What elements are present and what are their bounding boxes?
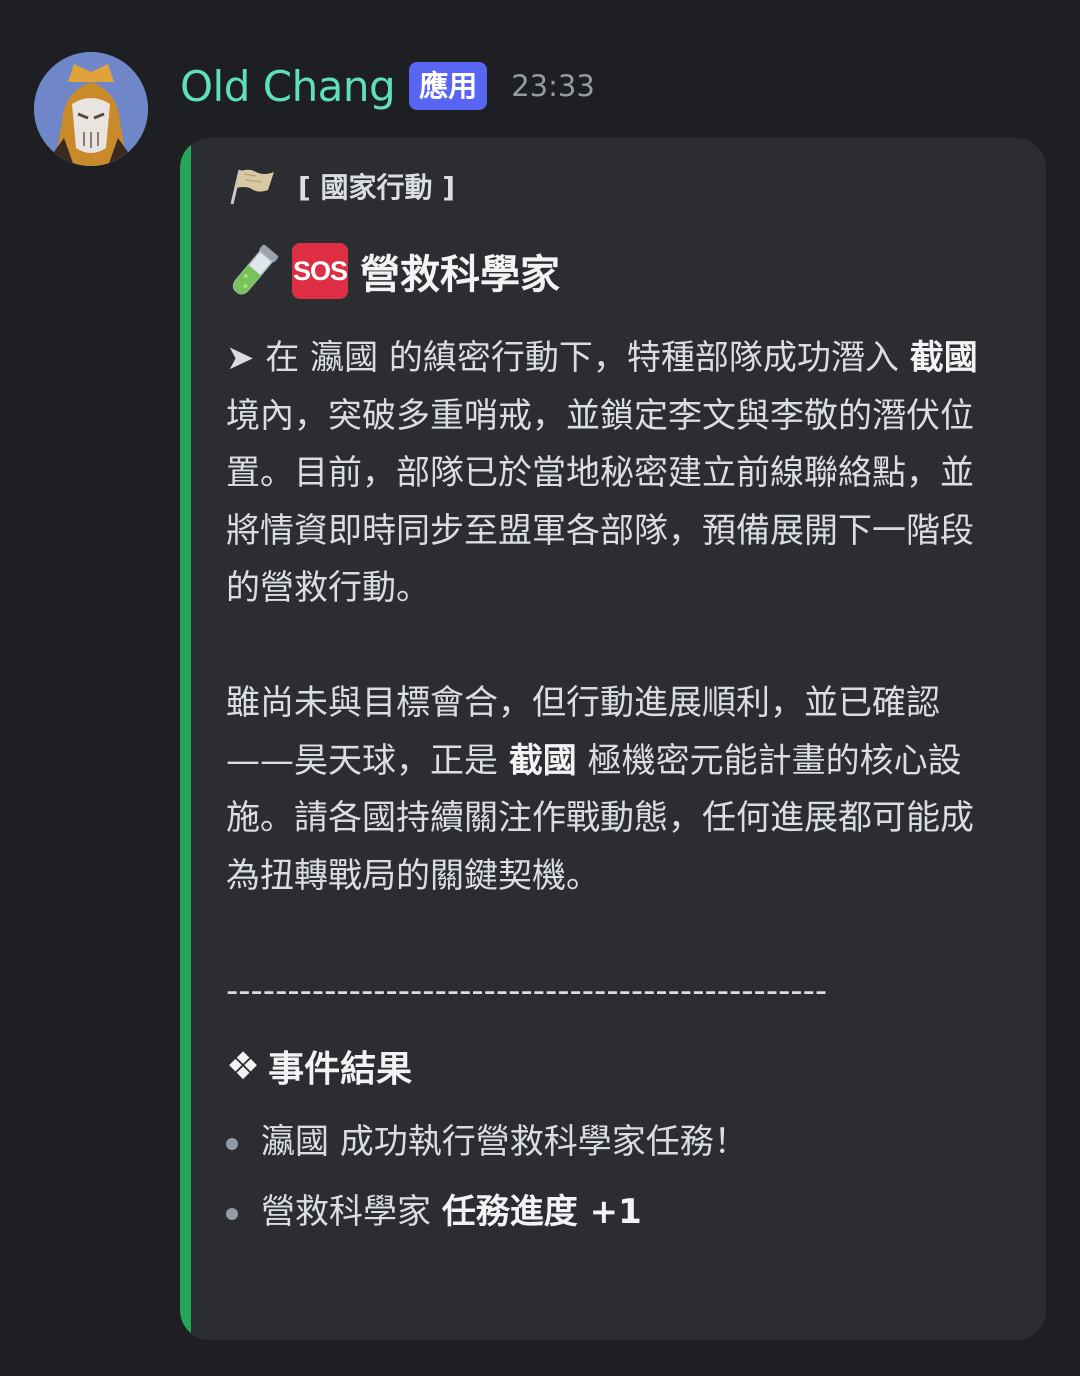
username[interactable]: Old Chang (180, 62, 396, 111)
embed-accent-bar (180, 138, 191, 1340)
avatar[interactable] (34, 52, 148, 166)
description-paragraph-1: ➤ 在 瀛國 的縝密行動下，特種部隊成功潛入 截國 境內，突破多重哨戒，並鎖定李… (226, 338, 978, 608)
flag-icon (230, 169, 274, 205)
arrow-icon: ➤ (226, 338, 255, 378)
diamond-icon: ❖ (226, 1044, 261, 1088)
result-list: 瀛國 成功執行營救科學家任務！ 營救科學家 任務進度 +1 (226, 1108, 748, 1248)
avatar-image (34, 52, 148, 166)
timestamp[interactable]: 23:33 (511, 69, 595, 103)
result-heading: ❖ 事件結果 (226, 1040, 412, 1092)
list-item: 營救科學家 任務進度 +1 (226, 1178, 748, 1248)
result-heading-text: 事件結果 (268, 1049, 413, 1090)
embed-author-name: [ 國家行動 ] (298, 171, 456, 204)
test-tube-icon (232, 244, 279, 295)
embed-description: ➤ 在 瀛國 的縝密行動下，特種部隊成功潛入 截國 境內，突破多重哨戒，並鎖定李… (226, 330, 986, 1020)
message-header: Old Chang 應用 23:33 (180, 56, 595, 116)
divider-line: ----------------------------------------… (226, 970, 828, 1011)
list-item: 瀛國 成功執行營救科學家任務！ (226, 1108, 748, 1178)
embed-author: [ 國家行動 ] (226, 166, 455, 206)
app-badge: 應用 (409, 62, 488, 110)
embed-title: SOS 營救科學家 (226, 242, 560, 300)
embed-title-text: 營救科學家 (360, 252, 560, 298)
sos-icon: SOS (292, 243, 348, 299)
embed-card: [ 國家行動 ] SOS 營救科學家 ➤ 在 瀛國 的縝密行動下，特種部隊成功潛… (180, 138, 1046, 1340)
description-paragraph-2: 雖尚未與目標會合，但行動進展順利，並已確認——昊天球，正是 截國 極機密元能計畫… (226, 683, 974, 896)
